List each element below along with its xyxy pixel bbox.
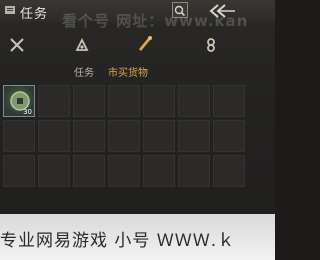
inventory-slot[interactable] [3, 155, 35, 187]
inventory-slot[interactable] [38, 120, 70, 152]
crossed-swords-icon[interactable] [8, 36, 26, 54]
inventory-slot[interactable] [108, 120, 140, 152]
search-icon [174, 5, 186, 17]
inventory-slot[interactable] [178, 120, 210, 152]
inventory-slot[interactable] [73, 85, 105, 117]
goods-icon[interactable] [136, 34, 154, 52]
inventory-slot[interactable] [213, 120, 245, 152]
item-quantity: 30 [23, 108, 32, 116]
misc-icon[interactable] [202, 36, 220, 54]
tab-quest-label[interactable]: 任务 [74, 64, 94, 79]
inventory-slot[interactable] [178, 155, 210, 187]
inventory-slot[interactable] [38, 85, 70, 117]
inventory-slot-jade-coin[interactable]: 30 [3, 85, 35, 117]
inventory-slot[interactable] [73, 155, 105, 187]
inventory-panel: 任务 看个号 网址：www.kan 任务 市买货物 30 专业网易游戏 小号 Ｗ… [0, 0, 275, 260]
tab-market-label[interactable]: 市买货物 [108, 64, 148, 79]
inventory-slot[interactable] [213, 85, 245, 117]
inventory-slot[interactable] [108, 85, 140, 117]
inventory-slot[interactable] [73, 120, 105, 152]
footer-watermark-text: 专业网易游戏 小号 ＷＷＷ.ｋ [0, 231, 236, 251]
search-button[interactable] [172, 2, 188, 18]
inventory-slot[interactable] [143, 85, 175, 117]
inventory-grid: 30 [3, 85, 245, 187]
inventory-slot[interactable] [143, 155, 175, 187]
panel-title: 任务 [20, 7, 49, 22]
inventory-slot[interactable] [178, 85, 210, 117]
category-tabs: 任务 市买货物 [0, 28, 275, 84]
back-arrow-icon[interactable] [206, 2, 236, 20]
inventory-slot[interactable] [38, 155, 70, 187]
inventory-slot[interactable] [108, 155, 140, 187]
scroll-icon [5, 6, 15, 14]
inventory-slot[interactable] [143, 120, 175, 152]
quest-icon[interactable] [73, 36, 91, 54]
inventory-slot[interactable] [3, 120, 35, 152]
header-bar: 任务 看个号 网址：www.kan [0, 0, 275, 30]
inventory-slot[interactable] [213, 155, 245, 187]
